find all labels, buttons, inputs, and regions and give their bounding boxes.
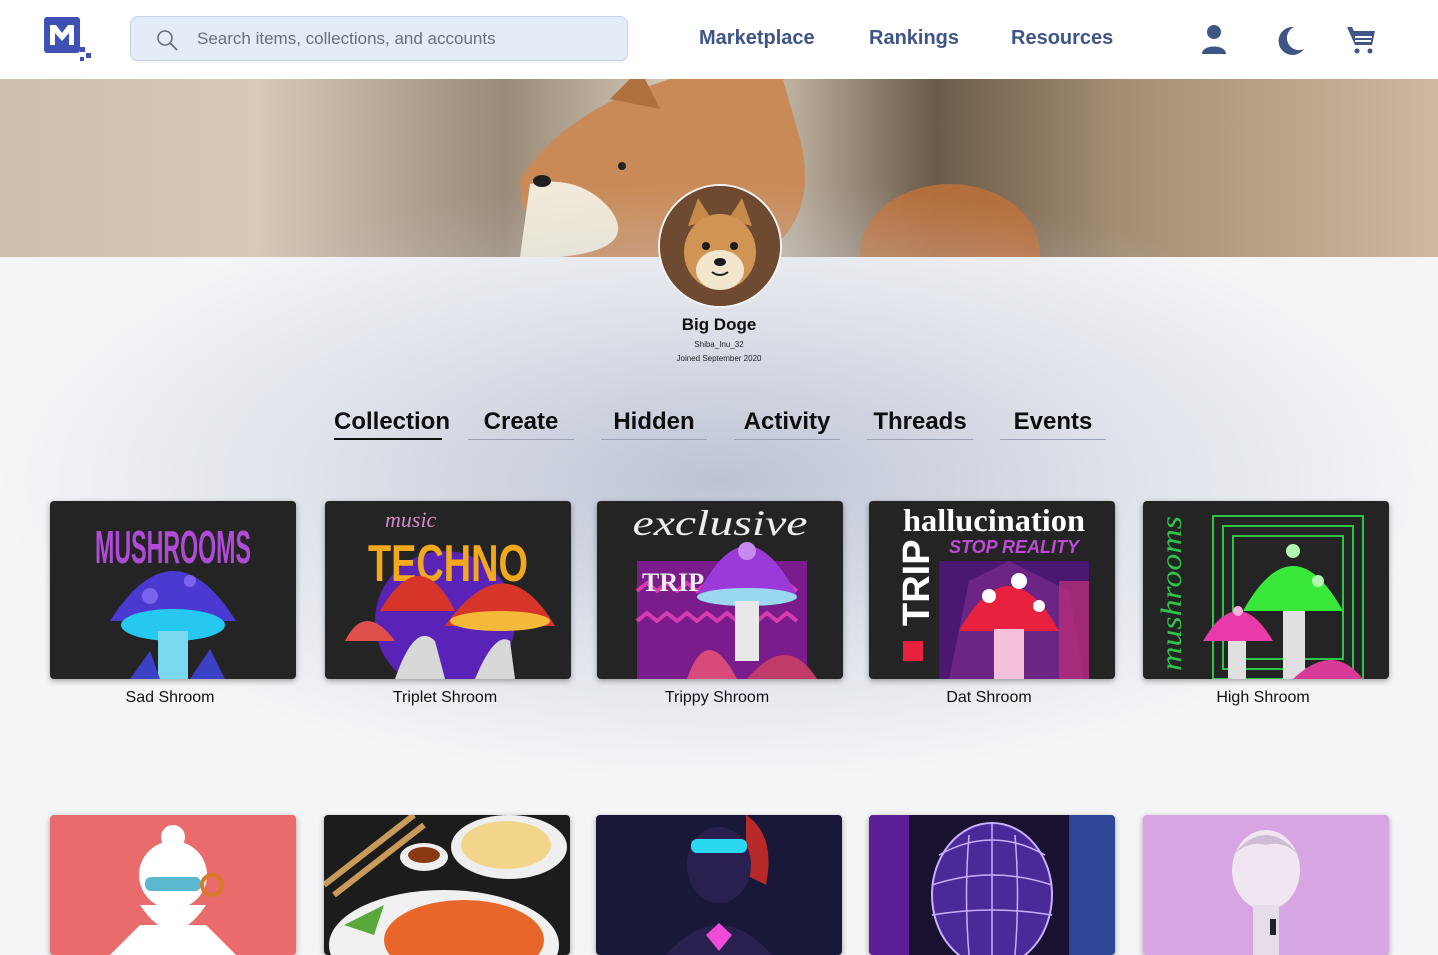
tab-activity[interactable]: Activity <box>734 408 840 440</box>
tab-events[interactable]: Events <box>1000 408 1106 440</box>
tab-threads[interactable]: Threads <box>867 408 973 440</box>
nav-resources[interactable]: Resources <box>1011 27 1113 50</box>
nft-card-santa[interactable] <box>50 815 296 955</box>
profile-name: Big Doge <box>681 315 757 334</box>
nft-card-high-shroom[interactable]: mushrooms <box>1143 501 1389 679</box>
nft-card-statue[interactable] <box>1143 815 1389 955</box>
nft-artwork <box>869 815 1115 955</box>
nft-card-title[interactable]: Triplet Shroom <box>322 689 568 707</box>
nft-artwork <box>1232 830 1300 955</box>
nft-artwork: hallucination STOP REALITY TRIP <box>896 502 1089 679</box>
nft-card-title[interactable]: High Shroom <box>1140 689 1386 707</box>
art-text: STOP REALITY <box>949 537 1081 557</box>
nft-artwork <box>324 815 567 955</box>
site-logo[interactable] <box>44 17 94 63</box>
tab-hidden[interactable]: Hidden <box>601 408 707 440</box>
profile-handle: Shiba_Inu_32 <box>694 340 744 349</box>
art-text: TRIP <box>642 568 704 597</box>
art-text: hallucination <box>903 502 1085 538</box>
nft-card-wireframe-head[interactable] <box>869 815 1115 955</box>
nft-card-trippy-shroom[interactable]: exclusive TRIP <box>597 501 843 679</box>
art-text: MUSHROOMS <box>95 521 251 573</box>
profile-avatar[interactable] <box>660 186 780 306</box>
nft-artwork: exclusive TRIP <box>633 503 817 679</box>
nav-marketplace[interactable]: Marketplace <box>699 27 815 50</box>
search-icon <box>157 30 178 51</box>
profile-joined-date: Joined September 2020 <box>676 354 762 363</box>
nft-artwork <box>110 825 236 955</box>
moon-icon[interactable] <box>1274 23 1306 57</box>
nft-artwork: music TECHNO <box>345 507 555 679</box>
nft-card-food[interactable] <box>324 815 570 955</box>
nft-card-title[interactable]: Sad Shroom <box>47 689 293 707</box>
nav-rankings[interactable]: Rankings <box>869 27 959 50</box>
search-input[interactable] <box>197 25 607 53</box>
nft-artwork <box>666 815 772 955</box>
art-text: mushrooms <box>1155 516 1188 671</box>
nft-card-cyber-girl[interactable] <box>596 815 842 955</box>
art-text: exclusive <box>633 503 808 543</box>
nft-card-sad-shroom[interactable]: MUSHROOMS <box>50 501 296 679</box>
nft-artwork: mushrooms <box>1155 515 1364 679</box>
nft-card-triplet-shroom[interactable]: music TECHNO <box>325 501 571 679</box>
nft-card-title[interactable]: Trippy Shroom <box>594 689 840 707</box>
nft-card-title[interactable]: Dat Shroom <box>866 689 1112 707</box>
search-bar[interactable] <box>130 16 628 61</box>
art-text: TRIP <box>896 539 938 626</box>
tab-create[interactable]: Create <box>468 408 574 440</box>
nft-artwork: MUSHROOMS <box>95 521 251 679</box>
cart-icon[interactable] <box>1345 23 1377 57</box>
nft-card-dat-shroom[interactable]: hallucination STOP REALITY TRIP <box>869 501 1115 679</box>
art-text: music <box>385 507 437 532</box>
user-icon[interactable] <box>1198 23 1230 57</box>
top-header: Marketplace Rankings Resources <box>0 0 1438 79</box>
tab-collection[interactable]: Collection <box>334 408 450 440</box>
